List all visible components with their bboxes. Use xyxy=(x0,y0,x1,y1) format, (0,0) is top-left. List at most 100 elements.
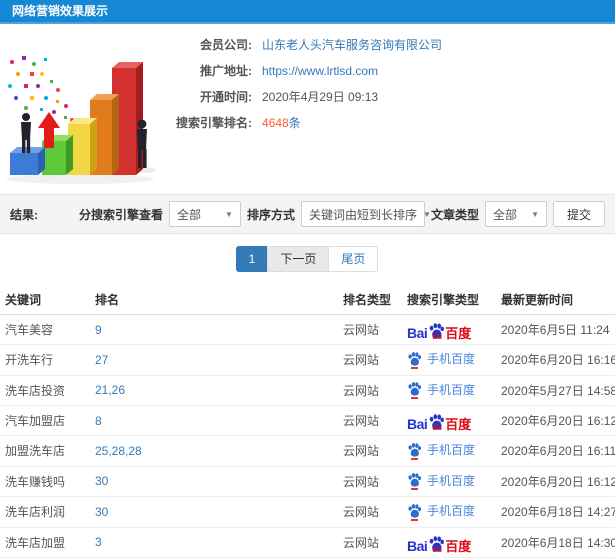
keyword-cell: 汽车加盟店 xyxy=(0,405,90,436)
filter-controls: 分搜索引擎查看 全部 ▼ 排序方式 关键词由短到长排序 ▼ 文章类型 全部 ▼ … xyxy=(79,201,605,227)
chevron-down-icon: ▼ xyxy=(225,209,233,219)
page-1-button[interactable]: 1 xyxy=(235,246,269,272)
keyword-cell: 汽车美容 xyxy=(0,314,90,345)
company-link[interactable]: 山东老人头汽车服务咨询有限公司 xyxy=(262,38,442,53)
ranking-count: 4648 xyxy=(262,116,289,130)
col-updated: 最新更新时间 xyxy=(496,285,615,315)
mobile-baidu-label: 手机百度 xyxy=(427,352,476,366)
table-row: 汽车加盟店 8 云网站 Bai du 百度 2020年6月20日 16:12 xyxy=(0,405,615,436)
filter-bar: 结果: 分搜索引擎查看 全部 ▼ 排序方式 关键词由短到长排序 ▼ 文章类型 全… xyxy=(0,194,615,234)
baidu-logo-icon: Bai du 百度 xyxy=(407,322,472,341)
updated-cell: 2020年5月27日 14:58 xyxy=(496,375,615,406)
baidu-paw-icon: du xyxy=(428,535,445,553)
rank-type-cell: 云网站 xyxy=(338,344,402,376)
table-row: 洗车店投资 21,26 云网站 手机百度 2020年5月27日 14:58 xyxy=(0,375,615,406)
last-page-button[interactable]: 尾页 xyxy=(328,246,379,272)
baidu-cn-text: 百度 xyxy=(445,538,472,554)
type-select-value: 全部 xyxy=(492,207,517,222)
baidu-bai-text: Bai xyxy=(407,537,428,554)
info-row-company: 会员公司: 山东老人头汽车服务咨询有限公司 xyxy=(158,38,442,53)
engine-cell: 手机百度 xyxy=(402,435,496,467)
updated-cell: 2020年6月20日 16:16 xyxy=(496,344,615,376)
keyword-cell: 洗车赚钱吗 xyxy=(0,466,90,497)
chevron-down-icon: ▼ xyxy=(422,209,431,219)
mobile-baidu-paw-icon xyxy=(407,472,422,490)
col-engine-type: 搜索引擎类型 xyxy=(402,285,496,315)
growth-chart-illustration xyxy=(0,28,172,195)
updated-cell: 2020年6月20日 16:12 xyxy=(496,466,615,497)
bar-chart-graphic-icon xyxy=(6,56,156,184)
info-row-url: 推广地址: https://www.lrtlsd.com xyxy=(158,64,442,79)
engine-cell: Bai du 百度 xyxy=(402,405,496,436)
table-row: 开洗车行 27 云网站 手机百度 2020年6月20日 16:16 xyxy=(0,344,615,376)
open-time-label: 开通时间: xyxy=(200,90,252,104)
type-select[interactable]: 全部 ▼ xyxy=(484,201,547,227)
mobile-baidu-underline xyxy=(411,397,418,399)
rank-cell[interactable]: 27 xyxy=(90,344,338,376)
mobile-baidu-underline xyxy=(411,488,418,490)
keyword-cell: 加盟洗车店 xyxy=(0,435,90,467)
rank-cell[interactable]: 30 xyxy=(90,466,338,497)
mobile-baidu-paw-icon xyxy=(407,442,422,460)
table-row: 汽车美容 9 云网站 Bai du 百度 2020年6月5日 11:24 xyxy=(0,314,615,345)
sort-select[interactable]: 关键词由短到长排序 ▼ xyxy=(300,201,431,227)
engine-select-value: 全部 xyxy=(176,207,201,222)
baidu-du-text: du xyxy=(432,423,443,432)
info-row-ranking: 搜索引擎排名: 4648条 xyxy=(158,116,442,131)
updated-cell: 2020年6月20日 16:12 xyxy=(496,405,615,436)
baidu-paw-icon: du xyxy=(428,322,445,341)
rank-cell[interactable]: 21,26 xyxy=(90,375,338,406)
baidu-cn-text: 百度 xyxy=(445,326,472,341)
updated-cell: 2020年6月5日 11:24 xyxy=(496,314,615,345)
col-rank: 排名 xyxy=(90,285,338,315)
engine-filter-label: 分搜索引擎查看 xyxy=(78,207,163,222)
engine-cell: 手机百度 xyxy=(402,344,496,376)
mobile-baidu-paw-icon xyxy=(407,351,422,369)
page-title: 网络营销效果展示 xyxy=(12,4,109,18)
result-label: 结果: xyxy=(10,207,38,222)
col-rank-type: 排名类型 xyxy=(338,285,402,315)
keyword-cell: 洗车店利润 xyxy=(0,496,90,528)
rank-type-cell: 云网站 xyxy=(338,435,402,467)
engine-cell: 手机百度 xyxy=(402,375,496,406)
keyword-cell: 洗车店投资 xyxy=(0,375,90,406)
engine-cell: Bai du 百度 xyxy=(402,527,496,558)
mobile-baidu-badge: 手机百度 xyxy=(407,381,476,399)
promo-url-link[interactable]: https://www.lrtlsd.com xyxy=(262,64,378,79)
rank-cell[interactable]: 30 xyxy=(90,496,338,528)
updated-cell: 2020年6月18日 14:30 xyxy=(496,527,615,558)
next-page-button[interactable]: 下一页 xyxy=(267,246,330,272)
baidu-bai-text: Bai xyxy=(407,325,428,341)
submit-button[interactable]: 提交 xyxy=(552,201,605,227)
chevron-down-icon: ▼ xyxy=(531,209,539,219)
keyword-cell: 开洗车行 xyxy=(0,344,90,376)
col-keyword: 关键词 xyxy=(0,285,90,315)
pagination: 1 下一页 尾页 xyxy=(0,234,615,285)
results-table: 关键词 排名 排名类型 搜索引擎类型 最新更新时间 汽车美容 9 云网站 Bai… xyxy=(0,285,615,558)
type-filter-label: 文章类型 xyxy=(430,207,479,222)
engine-select[interactable]: 全部 ▼ xyxy=(168,201,241,227)
rank-cell[interactable]: 25,28,28 xyxy=(90,435,338,467)
engine-cell: Bai du 百度 xyxy=(402,314,496,345)
rank-type-cell: 云网站 xyxy=(338,314,402,345)
keyword-cell: 洗车店加盟 xyxy=(0,527,90,558)
mobile-baidu-label: 手机百度 xyxy=(427,504,476,518)
confetti-dots xyxy=(8,56,74,122)
rank-cell[interactable]: 9 xyxy=(90,314,338,345)
baidu-cn-text: 百度 xyxy=(445,417,472,432)
ranking-label: 搜索引擎排名: xyxy=(176,116,252,130)
baidu-paw-icon: du xyxy=(428,413,445,432)
rank-cell[interactable]: 3 xyxy=(90,527,338,558)
baidu-bai-text: Bai xyxy=(407,416,428,432)
mobile-baidu-badge: 手机百度 xyxy=(407,502,476,521)
ranking-value: 4648条 xyxy=(262,116,301,131)
rank-cell[interactable]: 8 xyxy=(90,405,338,436)
ranking-suffix: 条 xyxy=(288,116,301,130)
mobile-baidu-label: 手机百度 xyxy=(427,382,476,397)
mobile-baidu-badge: 手机百度 xyxy=(407,441,476,460)
updated-cell: 2020年6月20日 16:11 xyxy=(496,435,615,467)
info-row-opened: 开通时间: 2020年4月29日 09:13 xyxy=(158,90,442,105)
table-row: 洗车店加盟 3 云网站 Bai du 百度 2020年6月18日 14:30 xyxy=(0,527,615,558)
mobile-baidu-underline xyxy=(411,457,418,460)
mobile-baidu-label: 手机百度 xyxy=(427,443,476,457)
